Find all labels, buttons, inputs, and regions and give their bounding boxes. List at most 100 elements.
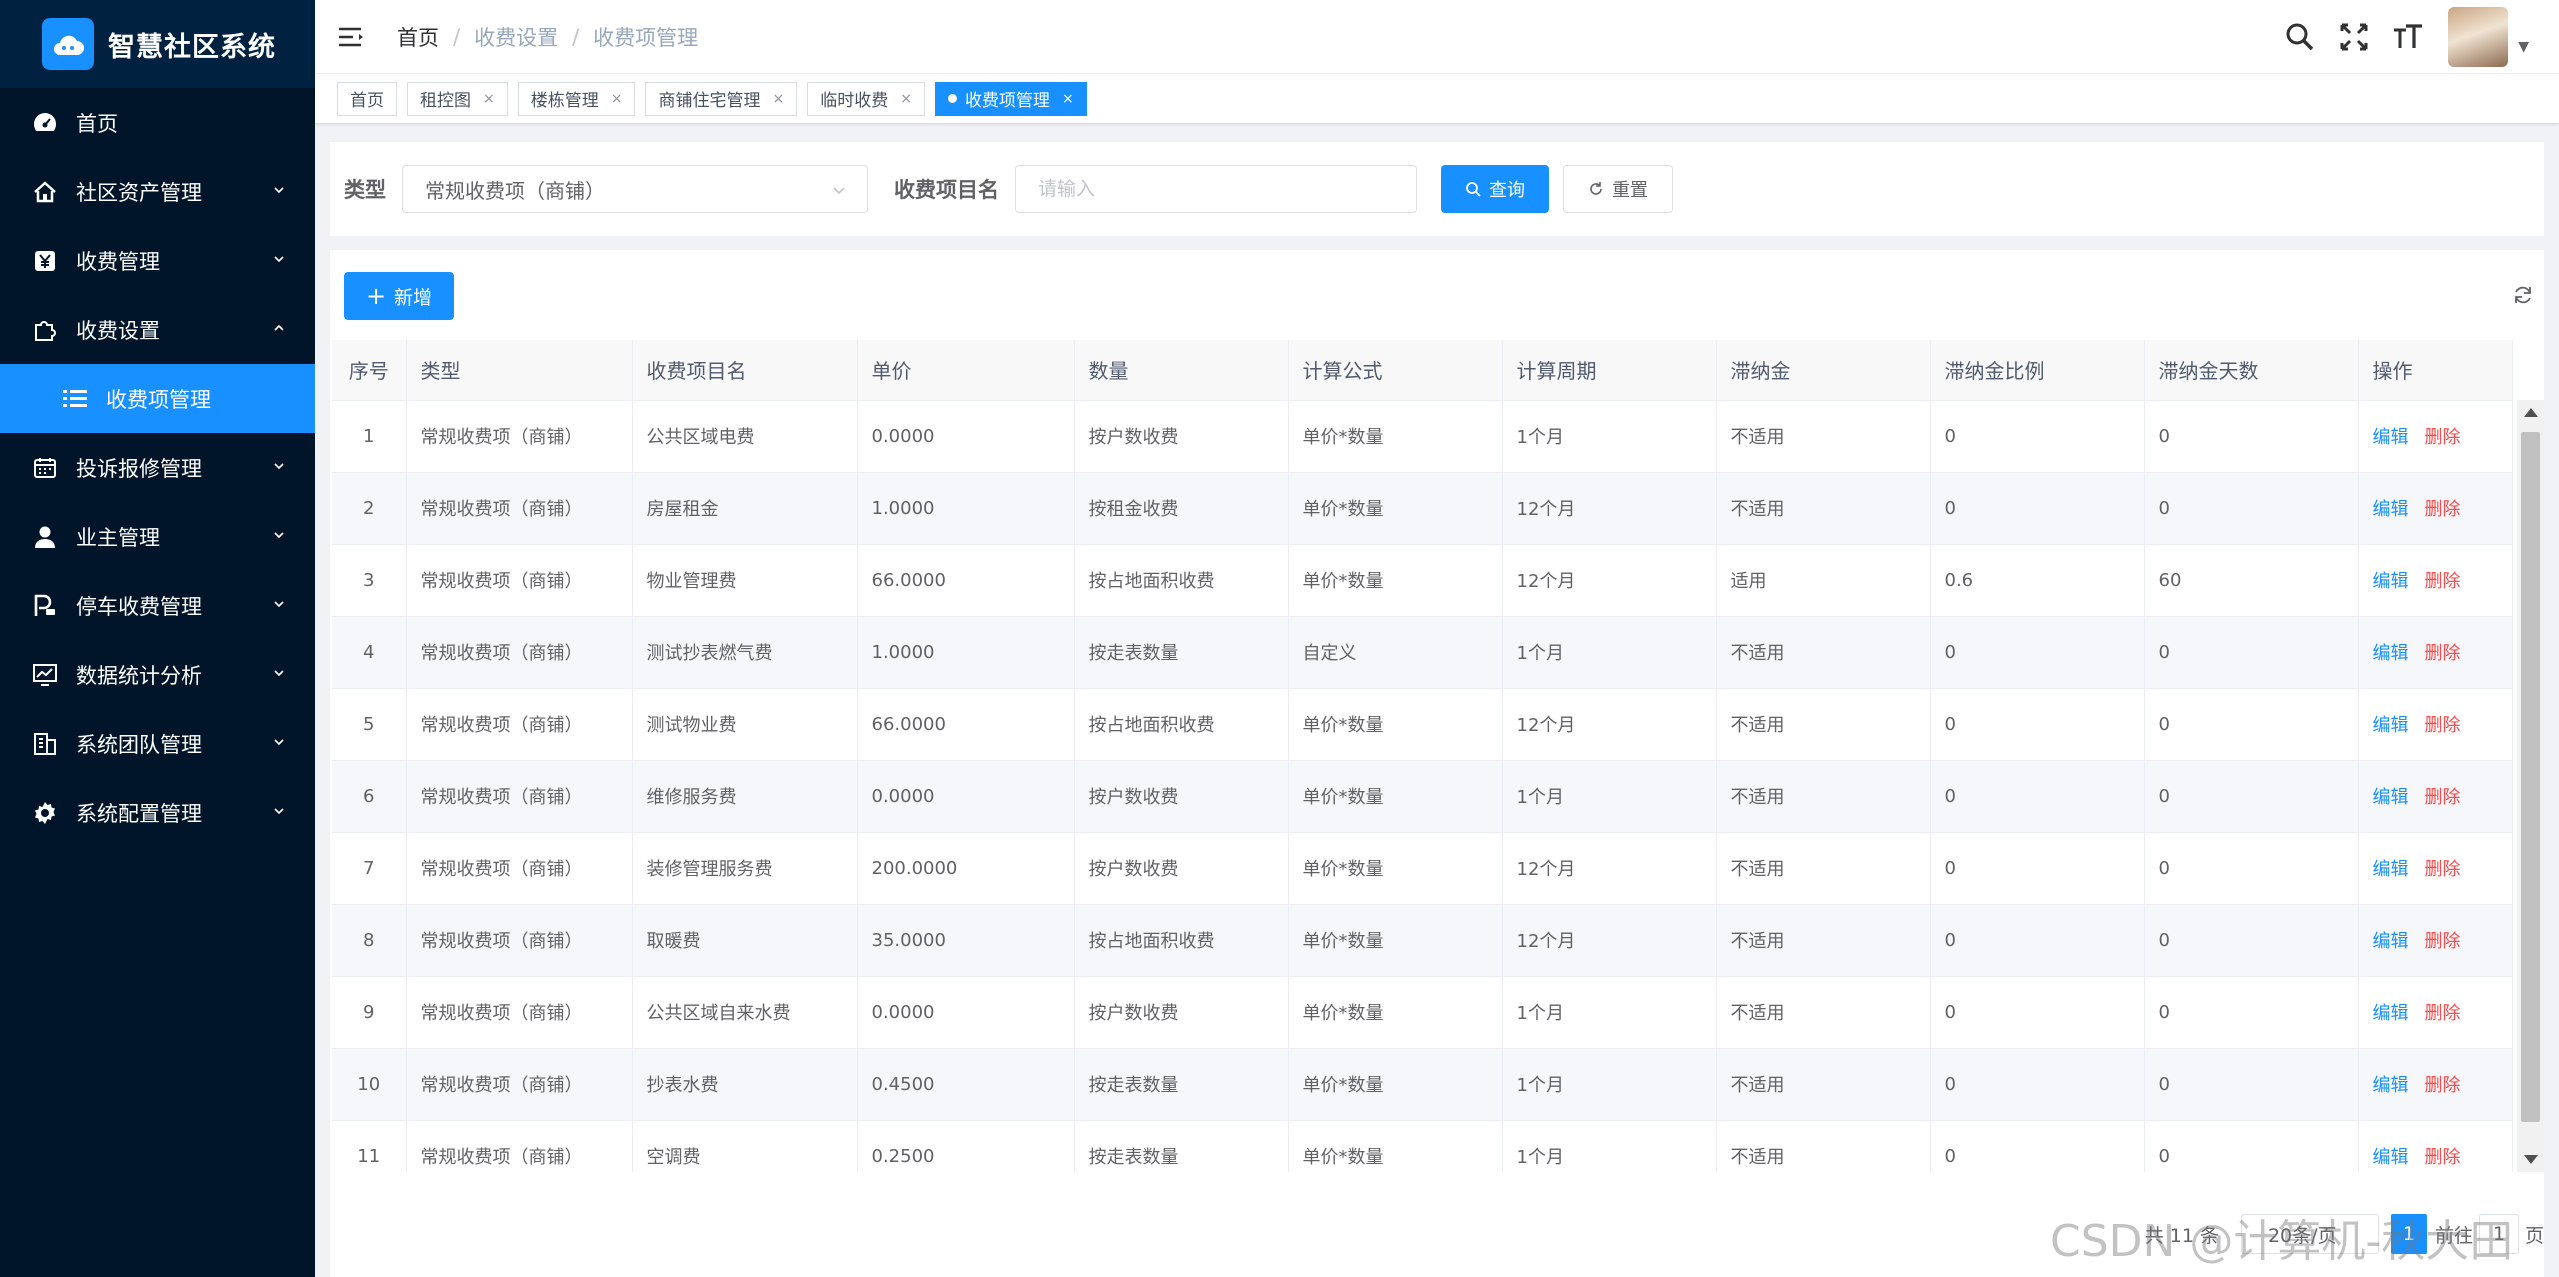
- table-row[interactable]: 6 常规收费项（商铺） 维修服务费 0.0000 按户数收费 单价*数量 1个月 不适用 0 0 编…: [332, 760, 2513, 833]
- column-header: 收费项目名: [632, 340, 858, 401]
- delete-link[interactable]: 删除: [2425, 715, 2461, 736]
- edit-link[interactable]: 编辑: [2373, 499, 2409, 520]
- table-cell: 1: [332, 400, 407, 473]
- scroll-up-icon[interactable]: [2524, 408, 2538, 417]
- delete-link[interactable]: 删除: [2425, 643, 2461, 664]
- edit-link[interactable]: 编辑: [2373, 427, 2409, 448]
- building-icon: [30, 729, 60, 759]
- sidebar-menu: 首页 社区资产管理 收费管理 收费设置 收费项管理 投诉报修管理 业主管理 停车…: [0, 88, 315, 847]
- delete-link[interactable]: 删除: [2425, 427, 2461, 448]
- close-icon[interactable]: ×: [611, 91, 623, 107]
- table-cell: 单价*数量: [1288, 472, 1503, 545]
- table-row[interactable]: 7 常规收费项（商铺） 装修管理服务费 200.0000 按户数收费 单价*数量 12个月不…: [332, 832, 2513, 905]
- close-icon[interactable]: ×: [483, 91, 495, 107]
- table-cell: 常规收费项（商铺）: [406, 976, 633, 1049]
- sidebar-toggle-icon[interactable]: [337, 22, 367, 52]
- sidebar-item-config[interactable]: 系统配置管理: [0, 778, 315, 847]
- edit-link[interactable]: 编辑: [2373, 715, 2409, 736]
- sidebar-item-parking[interactable]: 停车收费管理: [0, 571, 315, 640]
- page-size-select[interactable]: 20条/页: [2240, 1214, 2379, 1254]
- page-jump-input[interactable]: 1: [2478, 1214, 2519, 1254]
- table-cell: 200.0000: [857, 832, 1075, 905]
- table-cell: 按走表数量: [1074, 1048, 1289, 1121]
- search-icon[interactable]: [2282, 19, 2318, 55]
- font-size-icon[interactable]: [2390, 19, 2426, 55]
- table-row[interactable]: 3 常规收费项（商铺） 物业管理费 66.0000 按占地面积收费 单价*数量 12个月 适用…: [332, 544, 2513, 617]
- sidebar: 智慧社区系统 首页 社区资产管理 收费管理 收费设置 收费项管理 投诉报修管理: [0, 0, 315, 1277]
- delete-link[interactable]: 删除: [2425, 1003, 2461, 1024]
- sidebar-item-fee-settings[interactable]: 收费设置: [0, 295, 315, 364]
- table-cell-actions: 编辑 删除: [2358, 544, 2513, 617]
- tag-fee-items[interactable]: 收费项管理 ×: [934, 81, 1087, 116]
- close-icon[interactable]: ×: [772, 91, 784, 107]
- sidebar-item-assets[interactable]: 社区资产管理: [0, 157, 315, 226]
- type-select[interactable]: 常规收费项（商铺）: [402, 165, 868, 213]
- caret-down-icon[interactable]: ▼: [2518, 39, 2529, 55]
- jump-suffix: 页: [2524, 1224, 2544, 1247]
- sidebar-item-team[interactable]: 系统团队管理: [0, 709, 315, 778]
- close-icon[interactable]: ×: [1062, 91, 1074, 107]
- column-header: 计算公式: [1288, 340, 1503, 401]
- avatar[interactable]: [2448, 7, 2509, 67]
- close-icon[interactable]: ×: [900, 91, 912, 107]
- delete-link[interactable]: 删除: [2425, 787, 2461, 808]
- query-button[interactable]: 查询: [1441, 165, 1549, 213]
- edit-link[interactable]: 编辑: [2373, 931, 2409, 952]
- sidebar-item-home[interactable]: 首页: [0, 88, 315, 157]
- tag-buildings[interactable]: 楼栋管理 ×: [517, 81, 636, 116]
- table-cell: 按户数收费: [1074, 976, 1289, 1049]
- column-header: 类型: [406, 340, 633, 401]
- table-row[interactable]: 2 常规收费项（商铺） 房屋租金 1.0000 按租金收费 单价*数量 12个月 不适用 0 0 编…: [332, 472, 2513, 545]
- table-row[interactable]: 11 常规收费项（商铺） 空调费 0.2500 按走表数量 单价*数量 1个月 不适用 0 0 编辑…: [332, 1120, 2513, 1172]
- tag-temp-fee[interactable]: 临时收费 ×: [807, 81, 925, 116]
- name-input[interactable]: [1015, 165, 1417, 213]
- page-number-current[interactable]: 1: [2390, 1214, 2427, 1254]
- table-row[interactable]: 5 常规收费项（商铺） 测试物业费 66.0000 按占地面积收费 单价*数量 12个月 不适…: [332, 688, 2513, 761]
- fullscreen-icon[interactable]: [2336, 19, 2372, 55]
- breadcrumb-level1: 收费设置: [474, 25, 559, 50]
- vertical-scrollbar[interactable]: [2517, 400, 2544, 1172]
- refresh-icon[interactable]: [2508, 280, 2538, 310]
- tag-shops[interactable]: 商铺住宅管理 ×: [645, 81, 798, 116]
- table-viewport[interactable]: 序号 类型 收费项目名 单价 数量 计算公式 计算周期 滞纳金 滞纳金比例 滞纳…: [330, 340, 2544, 1172]
- edit-link[interactable]: 编辑: [2373, 787, 2409, 808]
- add-button[interactable]: + 新增: [344, 272, 454, 320]
- scroll-down-icon[interactable]: [2524, 1155, 2538, 1164]
- delete-link[interactable]: 删除: [2425, 571, 2461, 592]
- edit-link[interactable]: 编辑: [2373, 1075, 2409, 1096]
- scrollbar-thumb[interactable]: [2521, 432, 2540, 1122]
- table-cell: 按占地面积收费: [1074, 544, 1289, 617]
- table-cell-actions: 编辑 删除: [2358, 1048, 2513, 1121]
- edit-link[interactable]: 编辑: [2373, 859, 2409, 880]
- tag-home[interactable]: 首页: [337, 81, 397, 116]
- app-logo[interactable]: 智慧社区系统: [0, 0, 315, 88]
- table-cell: 自定义: [1288, 616, 1503, 689]
- table-cell: 0.0000: [857, 760, 1075, 833]
- table-row[interactable]: 9 常规收费项（商铺） 公共区域自来水费 0.0000 按户数收费 单价*数量 1个月 不适用…: [332, 976, 2513, 1049]
- delete-link[interactable]: 删除: [2425, 499, 2461, 520]
- delete-link[interactable]: 删除: [2425, 859, 2461, 880]
- sidebar-item-label: 系统团队管理: [76, 732, 202, 757]
- delete-link[interactable]: 删除: [2425, 931, 2461, 952]
- reset-button[interactable]: 重置: [1563, 165, 1673, 213]
- edit-link[interactable]: 编辑: [2373, 1003, 2409, 1024]
- delete-link[interactable]: 删除: [2425, 1147, 2461, 1168]
- edit-link[interactable]: 编辑: [2373, 1147, 2409, 1168]
- delete-link[interactable]: 删除: [2425, 1075, 2461, 1096]
- tag-label: 楼栋管理: [530, 91, 599, 111]
- table-row[interactable]: 1 常规收费项（商铺） 公共区域电费 0.0000 按户数收费 单价*数量 1个月 不适用 0 0…: [332, 400, 2513, 473]
- edit-link[interactable]: 编辑: [2373, 571, 2409, 592]
- breadcrumb-home[interactable]: 首页: [397, 22, 439, 52]
- table-row[interactable]: 10 常规收费项（商铺） 抄表水费 0.4500 按走表数量 单价*数量 1个月 不适用 0 0 编…: [332, 1048, 2513, 1121]
- gear-icon: [30, 798, 60, 828]
- table-row[interactable]: 8 常规收费项（商铺） 取暖费 35.0000 按占地面积收费 单价*数量 12个月 不适用 0…: [332, 904, 2513, 977]
- sidebar-item-fee-items[interactable]: 收费项管理: [0, 364, 315, 433]
- table-row[interactable]: 4 常规收费项（商铺） 测试抄表燃气费 1.0000 按走表数量 自定义 1个月 不适用 0 0 编…: [332, 616, 2513, 689]
- edit-link[interactable]: 编辑: [2373, 643, 2409, 664]
- sidebar-item-statistics[interactable]: 数据统计分析: [0, 640, 315, 709]
- sidebar-item-owners[interactable]: 业主管理: [0, 502, 315, 571]
- sidebar-item-complaints[interactable]: 投诉报修管理: [0, 433, 315, 502]
- tag-rent-map[interactable]: 租控图 ×: [407, 81, 508, 116]
- table-cell-actions: 编辑 删除: [2358, 976, 2513, 1049]
- sidebar-item-fees[interactable]: 收费管理: [0, 226, 315, 295]
